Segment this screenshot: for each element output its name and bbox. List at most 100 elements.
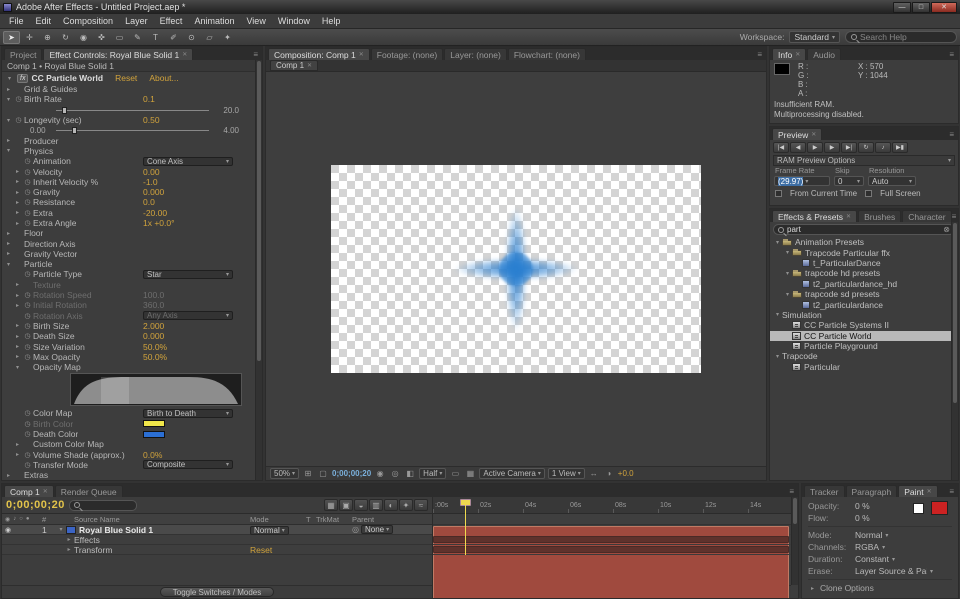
param-value[interactable]: 0.50 (143, 115, 160, 125)
reset-effect-link[interactable]: Reset (115, 73, 137, 83)
param-dropdown[interactable]: Star▾ (143, 270, 233, 279)
stopwatch-icon[interactable]: ◷ (22, 301, 33, 309)
effect-controls-scrollbar[interactable] (255, 60, 262, 480)
tab-tracker[interactable]: Tracker (804, 485, 845, 497)
blend-mode-dropdown[interactable]: Normal▾ (250, 526, 289, 535)
twirl-icon[interactable]: ▸ (13, 441, 22, 448)
preset-item-trapcode-particular-ffx[interactable]: ▾Trapcode Particular ffx (770, 247, 951, 257)
twirl-icon[interactable]: ▸ (4, 230, 13, 237)
reset-link[interactable]: Reset (250, 545, 272, 555)
twirl-icon[interactable]: ▾ (4, 261, 13, 268)
stopwatch-icon[interactable]: ◷ (22, 168, 33, 176)
twirl-icon[interactable]: ▸ (13, 178, 22, 185)
twirl-icon[interactable]: ▸ (13, 209, 22, 216)
tab-footage-none[interactable]: Footage: (none) (371, 48, 443, 60)
color-swatch[interactable] (143, 420, 165, 427)
ram-preview-button[interactable]: ▶▮ (892, 142, 908, 153)
param-dropdown[interactable]: Cone Axis▾ (143, 157, 233, 166)
twirl-icon[interactable]: ▾ (783, 249, 792, 256)
stopwatch-icon[interactable]: ◷ (22, 343, 33, 351)
full-screen-checkbox[interactable] (865, 190, 872, 197)
param-value[interactable]: -20.00 (143, 208, 167, 218)
twirl-icon[interactable]: ▾ (4, 96, 13, 103)
twirl-icon[interactable]: ▸ (13, 451, 22, 458)
next-frame-button[interactable]: ▶ (824, 142, 840, 153)
toggle-switches-modes-button[interactable]: Toggle Switches / Modes (160, 587, 275, 597)
exposure-value[interactable]: +0.0 (618, 469, 634, 478)
composition-viewer[interactable] (266, 72, 766, 466)
param-value[interactable]: 50.0% (143, 352, 167, 362)
slider-thumb[interactable] (72, 127, 77, 134)
twirl-icon[interactable]: ▸ (64, 536, 74, 543)
puppet-pin-tool[interactable]: ✦ (219, 31, 236, 44)
twirl-icon[interactable]: ▾ (5, 75, 14, 82)
hand-tool[interactable]: ✛ (21, 31, 38, 44)
setting-value[interactable]: Constant (855, 554, 889, 564)
twirl-icon[interactable]: ▸ (13, 302, 22, 309)
tab-flowchart-none[interactable]: Flowchart: (none) (508, 48, 586, 60)
twirl-icon[interactable]: ▾ (4, 117, 13, 124)
selection-tool[interactable]: ➤ (3, 31, 20, 44)
stopwatch-icon[interactable]: ◷ (22, 209, 33, 217)
stopwatch-icon[interactable]: ◷ (22, 409, 33, 417)
camera-dropdown[interactable]: Active Camera▾ (479, 468, 544, 479)
param-value[interactable]: 0.000 (143, 331, 164, 341)
menu-effect[interactable]: Effect (154, 16, 189, 26)
tab-brushes[interactable]: Brushes (858, 210, 901, 222)
color-swatch[interactable] (143, 431, 165, 438)
stopwatch-icon[interactable]: ◷ (22, 291, 33, 299)
frame-rate-dropdown[interactable]: (29.97)▾ (774, 176, 830, 186)
take-snapshot-icon[interactable]: ◉ (374, 468, 386, 479)
view-layout-dropdown[interactable]: 1 View▾ (548, 468, 585, 479)
close-icon[interactable]: ✕ (811, 131, 816, 138)
pan-behind-tool[interactable]: ✜ (93, 31, 110, 44)
preset-item-trapcode-hd-presets[interactable]: ▾trapcode hd presets (770, 268, 951, 278)
param-value[interactable]: 0.0% (143, 450, 162, 460)
brush-tool[interactable]: ✐ (165, 31, 182, 44)
setting-value[interactable]: 0 % (855, 501, 870, 511)
preset-item-trapcode-sd-presets[interactable]: ▾trapcode sd presets (770, 289, 951, 299)
tab-info[interactable]: Info✕ (772, 48, 806, 60)
pixel-aspect-correction-icon[interactable]: ↔ (588, 468, 600, 479)
layer-color-chip[interactable] (66, 526, 76, 534)
setting-value[interactable]: RGBA (855, 542, 879, 552)
tab-render-queue[interactable]: Render Queue (55, 485, 123, 497)
preset-item-t2-particulardance-hd[interactable]: t2_particulardance_hd (770, 279, 951, 289)
layer-row[interactable]: ◉ 1 ▾ Royal Blue Solid 1 Normal▾ ◎None▾ (2, 525, 432, 535)
tab-effects-presets[interactable]: Effects & Presets✕ (772, 210, 857, 222)
stopwatch-icon[interactable]: ◷ (22, 188, 33, 196)
zoom-tool[interactable]: ⊕ (39, 31, 56, 44)
param-value[interactable]: 100.0 (143, 290, 164, 300)
layer-effects-row[interactable]: ▸Effects (2, 535, 432, 545)
param-dropdown[interactable]: Composite▾ (143, 460, 233, 469)
stopwatch-icon[interactable]: ◷ (22, 430, 33, 438)
clone-options-row[interactable]: ▸ Clone Options (808, 582, 958, 594)
region-of-interest-icon[interactable]: ▭ (449, 468, 461, 479)
param-value[interactable]: 360.0 (143, 300, 164, 310)
param-value[interactable]: 50.0% (143, 342, 167, 352)
pen-tool[interactable]: ✎ (129, 31, 146, 44)
grid-guides-options-icon[interactable]: ⊞ (302, 468, 314, 479)
twirl-icon[interactable]: ▸ (13, 353, 22, 360)
param-dropdown[interactable]: Any Axis▾ (143, 311, 233, 320)
twirl-icon[interactable]: ▾ (56, 526, 66, 533)
magnification-dropdown[interactable]: 50%▾ (270, 468, 299, 479)
twirl-icon[interactable]: ▾ (783, 291, 792, 298)
clear-search-icon[interactable]: ⊗ (943, 225, 950, 234)
background-color-swatch[interactable] (931, 501, 948, 515)
twirl-icon[interactable]: ▸ (4, 250, 13, 257)
close-button[interactable]: ✕ (931, 2, 957, 13)
pickwhip-icon[interactable]: ◎ (352, 525, 359, 534)
preset-item-cc-particle-systems-ii[interactable]: CC Particle Systems II (770, 320, 951, 330)
twirl-icon[interactable]: ▸ (13, 333, 22, 340)
mask-visibility-icon[interactable]: ▢ (317, 468, 329, 479)
eraser-tool[interactable]: ▱ (201, 31, 218, 44)
comp-viewer-tab[interactable]: Comp 1 ✕ (270, 60, 318, 71)
tab-character[interactable]: Character (902, 210, 951, 222)
param-value[interactable]: 0.1 (143, 94, 155, 104)
param-value[interactable]: 1x +0.0° (143, 218, 175, 228)
show-channels-icon[interactable]: ◧ (404, 468, 416, 479)
stopwatch-icon[interactable]: ◷ (22, 219, 33, 227)
tab-audio[interactable]: Audio (807, 48, 841, 60)
parent-dropdown[interactable]: None▾ (361, 525, 393, 534)
